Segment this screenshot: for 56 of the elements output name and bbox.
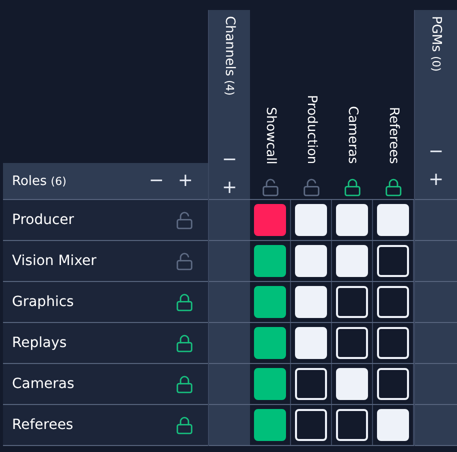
remove-button[interactable]: −: [216, 151, 242, 169]
matrix-checkbox[interactable]: [295, 204, 327, 236]
item-count: (4): [223, 80, 236, 96]
channel-name: Showcall: [263, 106, 278, 164]
role-row[interactable]: Replays: [3, 323, 208, 364]
matrix-checkbox[interactable]: [377, 204, 409, 236]
lock-icon[interactable]: [175, 292, 194, 312]
lock-icon[interactable]: [175, 334, 194, 352]
unlock-icon[interactable]: [175, 252, 194, 270]
matrix-checkbox[interactable]: [336, 204, 368, 236]
role-row[interactable]: Graphics: [3, 282, 208, 323]
unlock-icon[interactable]: [175, 210, 194, 230]
section-title: Roles: [12, 174, 47, 188]
matrix-checkbox[interactable]: [377, 409, 409, 441]
matrix-checkbox[interactable]: [336, 409, 368, 441]
matrix-checkbox[interactable]: [295, 368, 327, 400]
matrix-checkbox[interactable]: [377, 286, 409, 318]
channel-name: Referees: [386, 107, 401, 164]
role-name: Referees: [12, 417, 74, 433]
matrix-checkbox[interactable]: [295, 409, 327, 441]
matrix-checkbox[interactable]: [377, 327, 409, 359]
unlock-icon[interactable]: [261, 178, 280, 197]
role-name: Graphics: [12, 294, 75, 310]
add-button[interactable]: +: [172, 172, 198, 190]
remove-button[interactable]: −: [423, 143, 449, 161]
matrix-checkbox[interactable]: [295, 245, 327, 277]
add-button[interactable]: +: [423, 171, 449, 189]
role-name: Cameras: [12, 376, 76, 392]
role-name: Producer: [12, 212, 76, 228]
matrix-checkbox[interactable]: [377, 368, 409, 400]
role-name: Replays: [12, 335, 68, 351]
item-count: (0): [430, 56, 442, 72]
lock-icon[interactable]: [175, 374, 194, 394]
matrix-checkbox[interactable]: [295, 286, 327, 318]
matrix-checkbox[interactable]: [336, 327, 368, 359]
section-title: PGMs: [428, 16, 444, 52]
role-row[interactable]: Referees: [3, 405, 208, 446]
role-row[interactable]: Producer: [3, 200, 208, 241]
role-row[interactable]: Cameras: [3, 364, 208, 405]
lock-icon[interactable]: [343, 178, 362, 197]
matrix-checkbox[interactable]: [336, 245, 368, 277]
section-title: Channels: [222, 16, 237, 76]
unlock-icon[interactable]: [302, 178, 321, 197]
role-name: Vision Mixer: [12, 253, 98, 269]
lock-icon[interactable]: [384, 178, 403, 197]
add-button[interactable]: +: [216, 179, 242, 197]
item-count: (6): [50, 174, 66, 188]
matrix-checkbox[interactable]: [295, 327, 327, 359]
remove-button[interactable]: −: [144, 172, 169, 190]
channel-name: Production: [304, 94, 319, 164]
channel-name: Cameras: [345, 106, 360, 164]
role-row[interactable]: Vision Mixer: [3, 241, 208, 282]
matrix-checkbox[interactable]: [377, 245, 409, 277]
matrix-checkbox[interactable]: [336, 368, 368, 400]
lock-icon[interactable]: [175, 416, 194, 434]
matrix-checkbox[interactable]: [336, 286, 368, 318]
